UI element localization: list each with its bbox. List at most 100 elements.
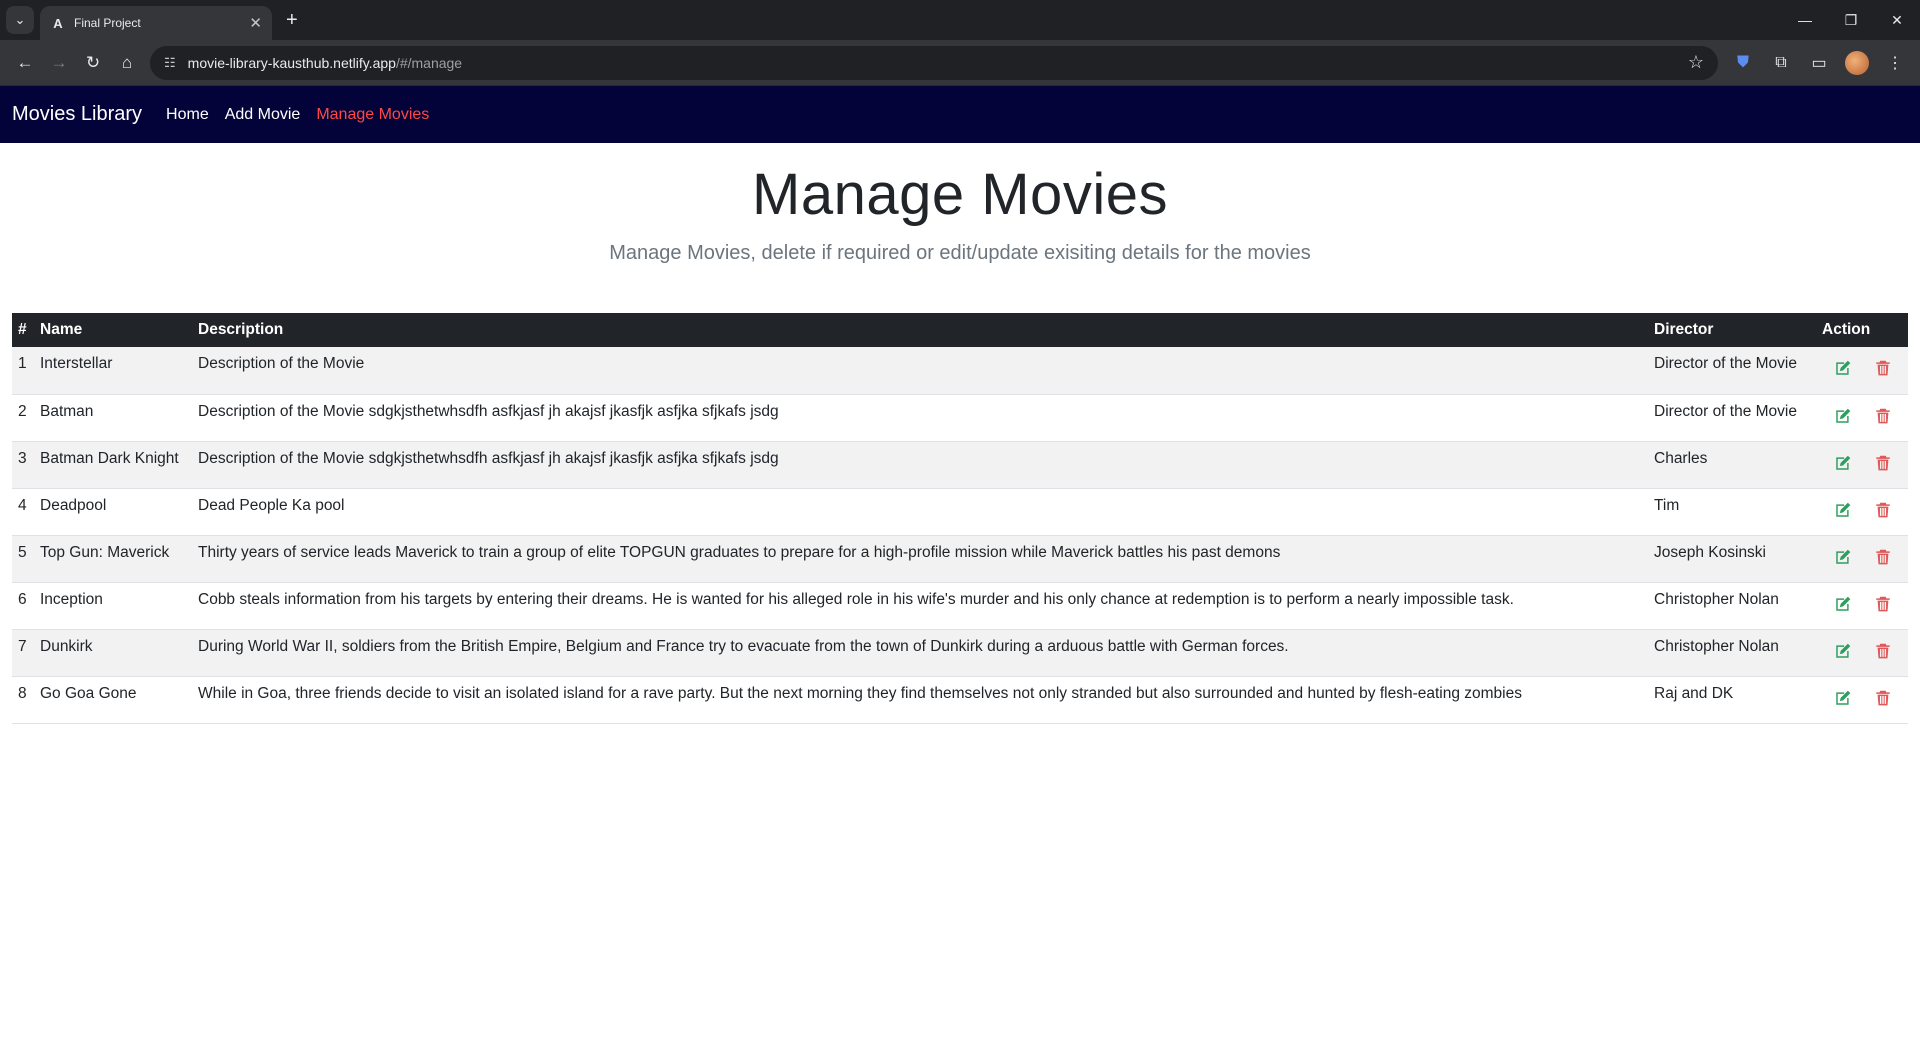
table-header: # Name Description Director Action [12,313,1908,347]
movie-description: Description of the Movie sdgkjsthetwhsdf… [192,394,1648,442]
movie-name: Inception [34,582,192,630]
row-number: 7 [12,629,34,677]
close-tab-icon[interactable]: ✕ [249,14,262,32]
movie-description: Dead People Ka pool [192,488,1648,536]
edit-icon[interactable] [1834,689,1852,707]
window-controls: — ❐ ✕ [1782,0,1920,40]
cast-icon[interactable]: ▭ [1802,46,1836,80]
movie-description: Description of the Movie sdgkjsthetwhsdf… [192,441,1648,489]
row-number: 5 [12,535,34,583]
table-row: 8 Go Goa Gone While in Goa, three friend… [12,676,1908,724]
delete-trash-icon[interactable] [1874,595,1892,613]
browser-tab[interactable]: A Final Project ✕ [40,6,272,40]
row-number: 3 [12,441,34,489]
delete-trash-icon[interactable] [1874,454,1892,472]
row-actions [1816,629,1908,677]
browser-toolbar: ← → ↻ ⌂ ☷ movie-library-kausthub.netlify… [0,40,1920,86]
header-action: Action [1816,313,1908,347]
page-header: Manage Movies Manage Movies, delete if r… [0,143,1920,265]
header-description: Description [192,313,1648,347]
delete-trash-icon[interactable] [1874,359,1892,377]
delete-trash-icon[interactable] [1874,642,1892,660]
row-actions [1816,441,1908,489]
movie-name: Batman [34,394,192,442]
nav-link-add-movie[interactable]: Add Movie [225,106,301,124]
delete-trash-icon[interactable] [1874,407,1892,425]
edit-icon[interactable] [1834,407,1852,425]
movie-director: Christopher Nolan [1648,629,1816,677]
app-navbar: Movies Library Home Add Movie Manage Mov… [0,86,1920,143]
reload-icon[interactable]: ↻ [76,46,110,80]
table-row: 5 Top Gun: Maverick Thirty years of serv… [12,535,1908,583]
restore-icon[interactable]: ❐ [1828,12,1874,29]
edit-icon[interactable] [1834,454,1852,472]
delete-trash-icon[interactable] [1874,689,1892,707]
row-actions [1816,535,1908,583]
table-body: 1 Interstellar Description of the Movie … [12,347,1908,724]
edit-icon[interactable] [1834,642,1852,660]
movie-name: Dunkirk [34,629,192,677]
table-row: 7 Dunkirk During World War II, soldiers … [12,629,1908,677]
more-menu-icon[interactable]: ⋮ [1878,46,1912,80]
row-actions [1816,676,1908,724]
movie-director: Tim [1648,488,1816,536]
nav-link-home[interactable]: Home [166,106,209,124]
movies-table: # Name Description Director Action 1 Int… [12,313,1908,724]
movie-description: During World War II, soldiers from the B… [192,629,1648,677]
new-tab-icon[interactable]: + [286,9,298,32]
minimize-icon[interactable]: — [1782,12,1828,28]
edit-icon[interactable] [1834,595,1852,613]
movie-description: Thirty years of service leads Maverick t… [192,535,1648,583]
tab-title: Final Project [74,16,141,30]
row-number: 6 [12,582,34,630]
angular-favicon-icon: A [53,15,63,31]
delete-trash-icon[interactable] [1874,501,1892,519]
table-row: 4 Deadpool Dead People Ka pool Tim [12,488,1908,536]
movie-director: Christopher Nolan [1648,582,1816,630]
row-actions [1816,582,1908,630]
table-row: 3 Batman Dark Knight Description of the … [12,441,1908,489]
header-director: Director [1648,313,1816,347]
movie-name: Batman Dark Knight [34,441,192,489]
movie-name: Go Goa Gone [34,676,192,724]
movie-director: Raj and DK [1648,676,1816,724]
movie-director: Joseph Kosinski [1648,535,1816,583]
back-arrow-icon[interactable]: ← [8,46,42,80]
row-actions [1816,347,1908,395]
browser-tabstrip: ⌄ A Final Project ✕ + — ❐ ✕ [0,0,1920,40]
row-actions [1816,394,1908,442]
edit-icon[interactable] [1834,501,1852,519]
movie-description: Cobb steals information from his targets… [192,582,1648,630]
header-name: Name [34,313,192,347]
close-window-icon[interactable]: ✕ [1874,12,1920,29]
extensions-puzzle-icon[interactable]: ⧉ [1764,46,1798,80]
bitwarden-shield-icon[interactable]: ⛊ [1726,46,1760,80]
movie-director: Charles [1648,441,1816,489]
address-bar[interactable]: ☷ movie-library-kausthub.netlify.app/#/m… [150,45,1718,80]
bookmark-star-icon[interactable]: ☆ [1688,52,1704,73]
row-number: 1 [12,347,34,395]
edit-icon[interactable] [1834,359,1852,377]
site-info-icon[interactable]: ☷ [164,55,176,71]
movie-name: Deadpool [34,488,192,536]
forward-arrow-icon[interactable]: → [42,46,76,80]
tab-search-chevron-icon[interactable]: ⌄ [6,6,34,34]
movie-director: Director of the Movie [1648,394,1816,442]
row-number: 8 [12,676,34,724]
profile-avatar[interactable] [1845,50,1869,75]
delete-trash-icon[interactable] [1874,548,1892,566]
edit-icon[interactable] [1834,548,1852,566]
url-path: /#/manage [395,54,463,71]
table-row: 1 Interstellar Description of the Movie … [12,347,1908,395]
movies-table-container: # Name Description Director Action 1 Int… [12,313,1908,724]
home-icon[interactable]: ⌂ [110,46,144,80]
brand-logo[interactable]: Movies Library [12,103,142,126]
movie-director: Director of the Movie [1648,347,1816,395]
movie-description: Description of the Movie [192,347,1648,395]
page-subtitle: Manage Movies, delete if required or edi… [609,242,1311,264]
table-row: 2 Batman Description of the Movie sdgkjs… [12,394,1908,442]
page-title: Manage Movies [752,162,1168,227]
movie-description: While in Goa, three friends decide to vi… [192,676,1648,724]
row-number: 4 [12,488,34,536]
nav-link-manage-movies[interactable]: Manage Movies [316,106,429,124]
